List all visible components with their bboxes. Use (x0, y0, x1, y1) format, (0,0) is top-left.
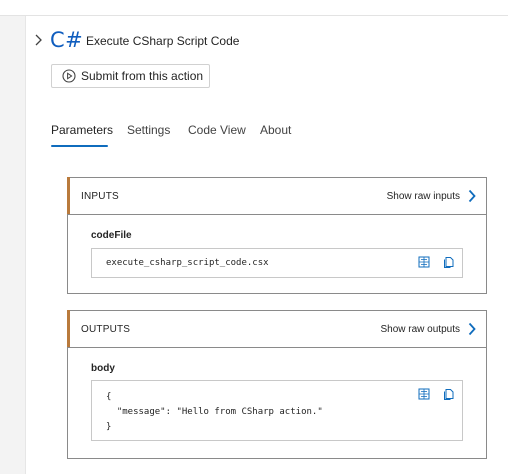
inputs-title: INPUTS (81, 191, 119, 202)
grid-expand-icon[interactable] (418, 256, 430, 268)
body-line-2: "message": "Hello from CSharp action." (106, 407, 323, 417)
body-label: body (91, 363, 115, 374)
inputs-accent-bar (67, 177, 70, 214)
body-value-box: { "message": "Hello from CSharp action."… (91, 380, 463, 441)
submit-button-label: Submit from this action (81, 69, 204, 83)
tab-code-view[interactable]: Code View (188, 123, 246, 138)
submit-from-action-button[interactable]: Submit from this action (51, 64, 210, 88)
action-title: Execute CSharp Script Code (86, 34, 240, 48)
codefile-value-box: execute_csharp_script_code.csx (91, 248, 463, 278)
chevron-right-icon[interactable] (467, 321, 477, 337)
tab-about[interactable]: About (260, 123, 291, 138)
chevron-right-icon[interactable] (467, 188, 477, 204)
tab-parameters[interactable]: Parameters (51, 123, 113, 138)
grid-expand-icon[interactable] (418, 388, 430, 400)
chevron-right-icon[interactable] (32, 33, 44, 47)
outputs-header[interactable]: OUTPUTS Show raw outputs (67, 310, 486, 348)
copy-icon[interactable] (443, 388, 455, 400)
body-line-3: } (106, 422, 112, 432)
inputs-section: INPUTS Show raw inputs codeFile execute_… (67, 177, 487, 294)
outputs-title: OUTPUTS (81, 324, 131, 335)
codefile-label: codeFile (91, 230, 132, 241)
tab-settings[interactable]: Settings (127, 123, 170, 138)
inputs-header[interactable]: INPUTS Show raw inputs (67, 177, 486, 215)
outputs-accent-bar (67, 310, 70, 347)
codefile-value: execute_csharp_script_code.csx (106, 258, 269, 268)
show-raw-outputs-link[interactable]: Show raw outputs (381, 323, 461, 336)
body-line-1: { (106, 392, 112, 402)
top-bar (0, 0, 508, 16)
csharp-icon: C# (50, 28, 84, 52)
copy-icon[interactable] (443, 256, 455, 268)
outputs-section: OUTPUTS Show raw outputs body { "message… (67, 310, 487, 459)
play-circle-icon (62, 69, 76, 83)
active-tab-indicator (51, 145, 108, 147)
show-raw-inputs-link[interactable]: Show raw inputs (387, 190, 460, 203)
